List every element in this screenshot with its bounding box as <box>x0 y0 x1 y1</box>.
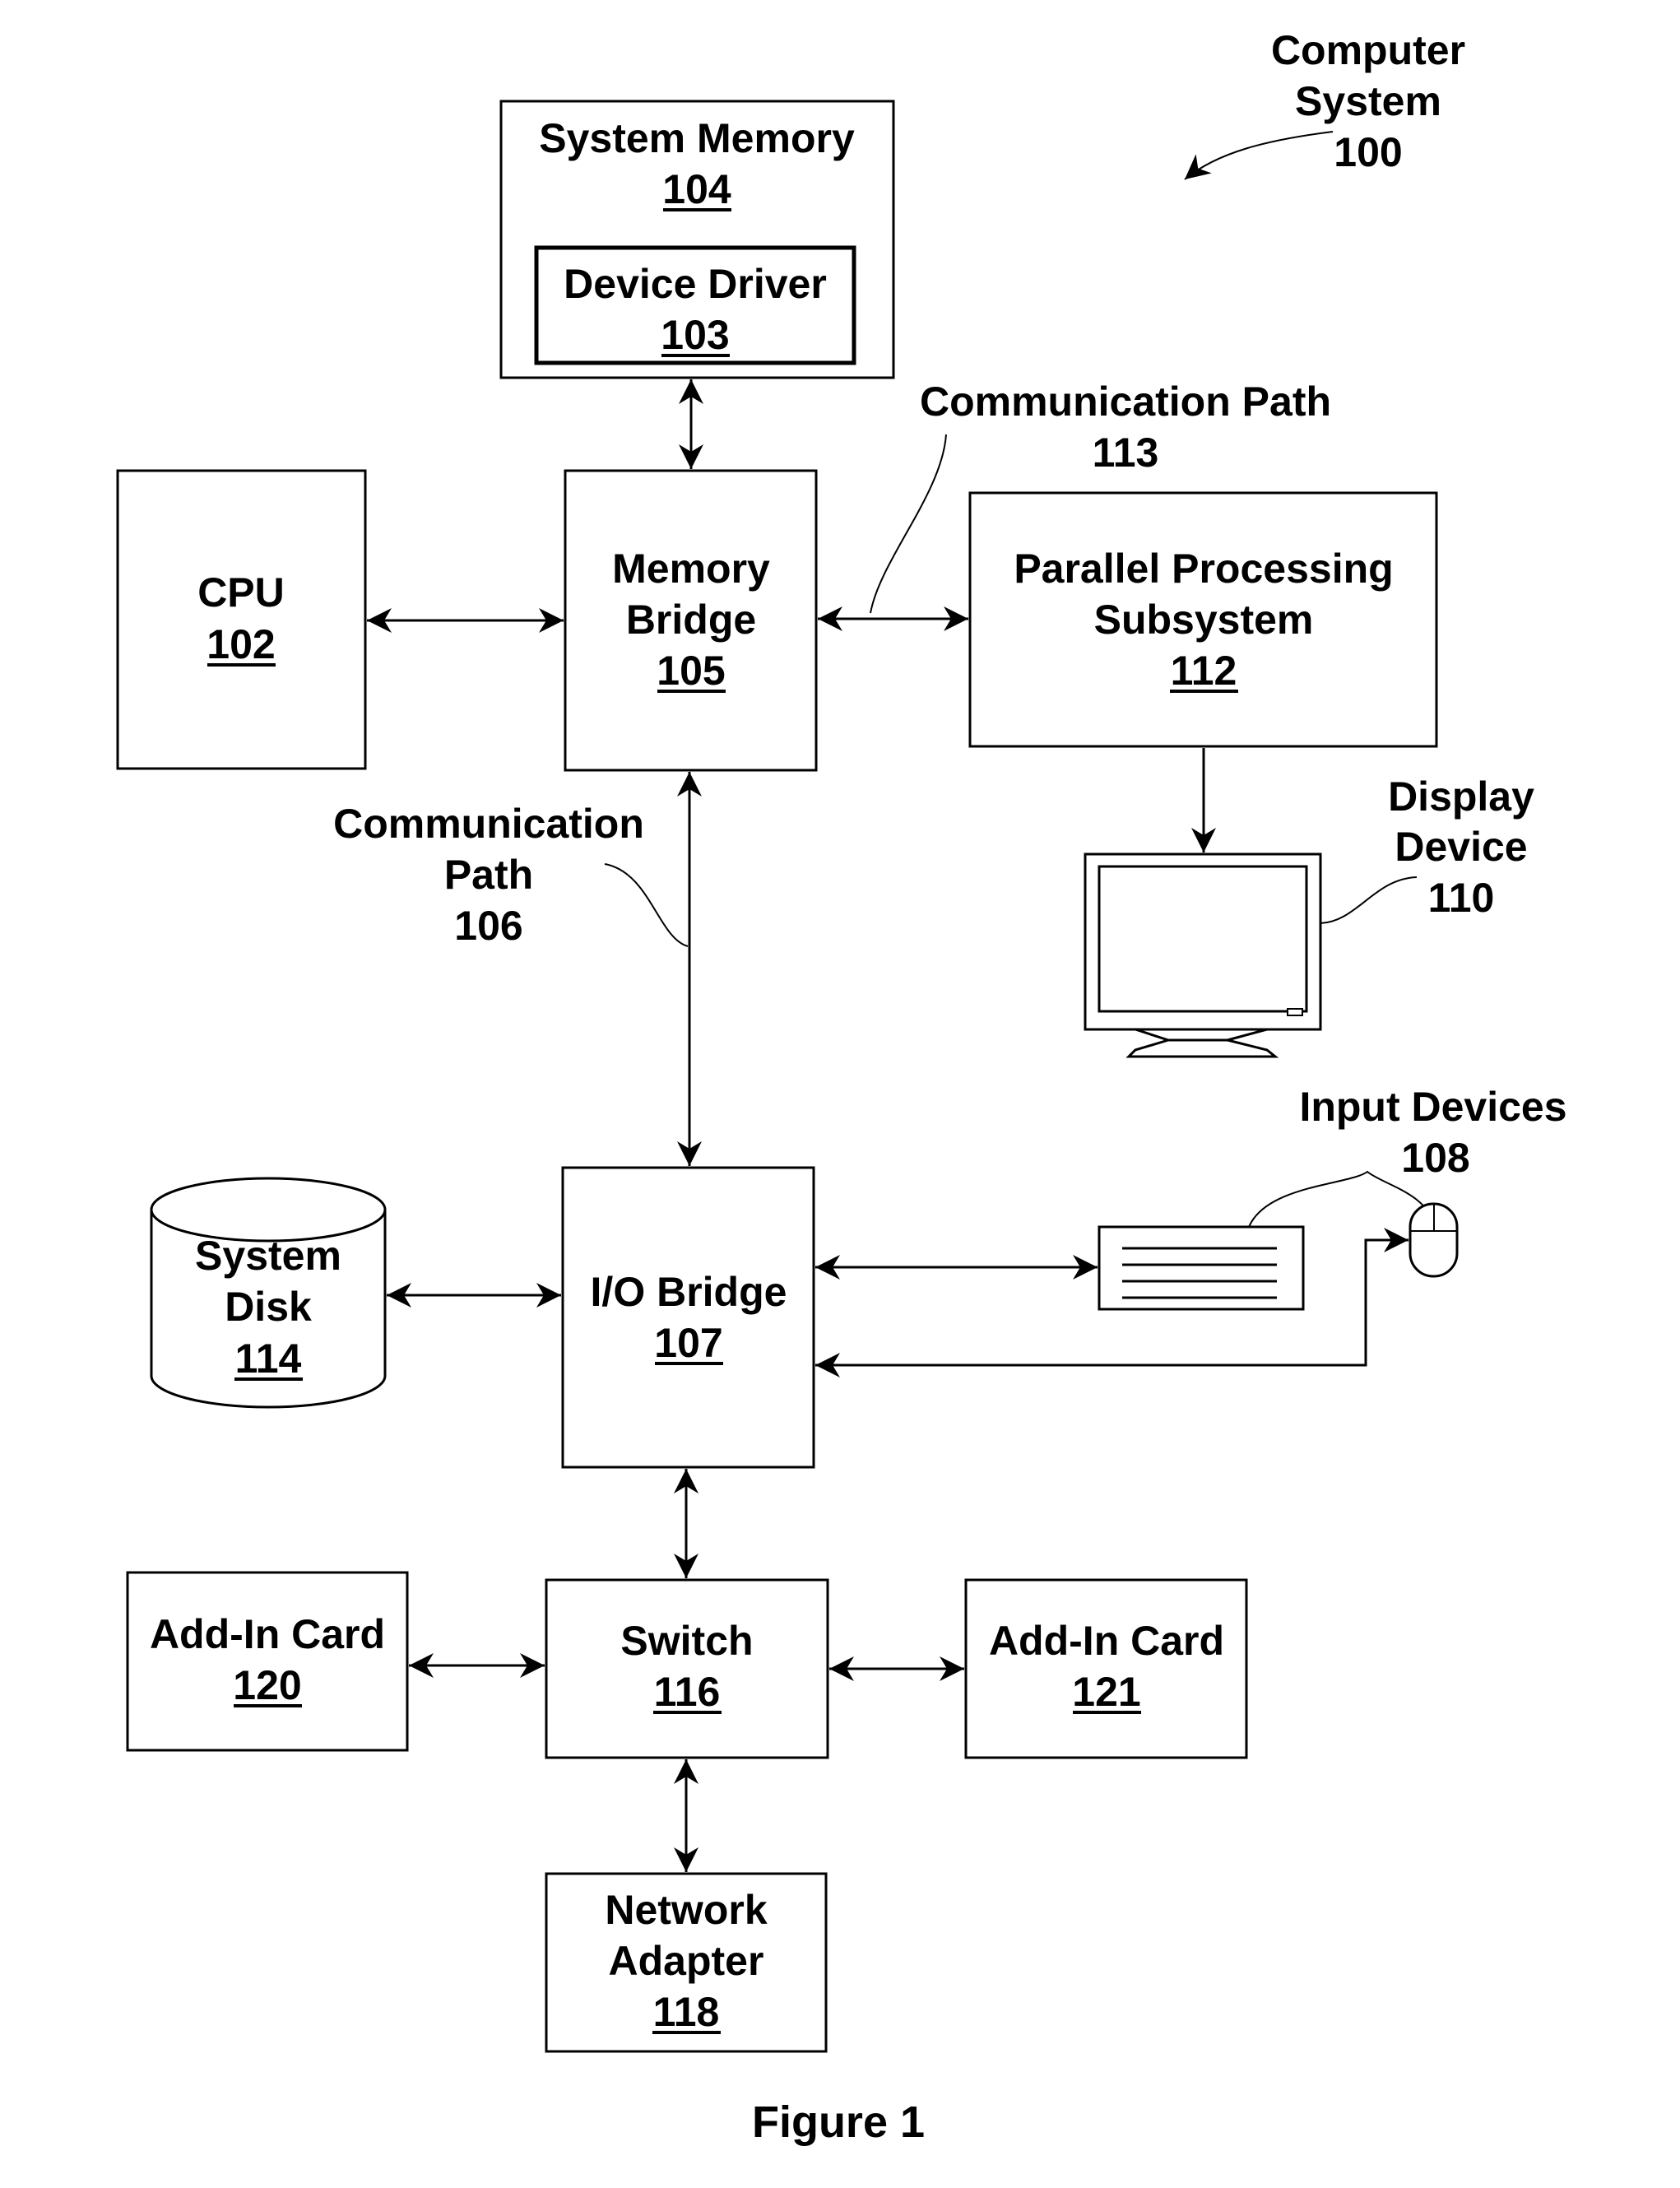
input-devices[interactable]: Input Devices 108 <box>1098 1084 1567 1311</box>
comm-path-113-title: Communication Path <box>920 379 1331 425</box>
device-driver-block[interactable]: Device Driver 103 <box>534 245 856 365</box>
network-adapter-ref: 118 <box>653 1989 720 2035</box>
display-device-leader <box>1320 876 1418 924</box>
figure-caption: Figure 1 <box>752 2097 925 2147</box>
network-adapter-title-line2: Adapter <box>609 1938 764 1984</box>
comm-path-106-title-line2: Path <box>444 852 533 898</box>
display-device-ref: 110 <box>1428 875 1495 921</box>
network-adapter-block[interactable]: Network Adapter 118 <box>545 1872 828 2053</box>
cpu-box[interactable] <box>116 469 367 770</box>
system-disk-title-line1: System <box>195 1233 341 1279</box>
add-in-card-121-ref: 121 <box>1072 1669 1140 1715</box>
system-memory-title: System Memory <box>539 115 855 161</box>
system-disk-ref: 114 <box>235 1336 302 1382</box>
add-in-card-121-block[interactable]: Add-In Card 121 <box>964 1578 1248 1759</box>
add-in-card-120-box[interactable] <box>126 1571 409 1752</box>
io-bridge-ref: 107 <box>654 1320 722 1366</box>
memory-bridge-ref: 105 <box>657 648 725 694</box>
io-bridge-block[interactable]: I/O Bridge 107 <box>561 1166 815 1469</box>
computer-system-label-line1: Computer <box>1271 27 1465 73</box>
display-device-title-line2: Device <box>1395 824 1527 870</box>
system-disk-cylinder-top <box>150 1177 387 1243</box>
add-in-card-120-title: Add-In Card <box>150 1611 385 1657</box>
monitor-power-button <box>1287 1008 1303 1016</box>
display-device-title-line1: Display <box>1388 773 1534 820</box>
add-in-card-120-ref: 120 <box>233 1662 301 1708</box>
comm-path-106-ref: 106 <box>454 903 522 949</box>
monitor-screen <box>1098 865 1308 1013</box>
memory-bridge-title-line1: Memory <box>612 546 770 592</box>
cpu-ref: 102 <box>207 621 275 667</box>
io-bridge-box[interactable] <box>561 1166 815 1469</box>
computer-system-leader-arrow <box>1184 131 1334 180</box>
parallel-processing-title-line1: Parallel Processing <box>1014 546 1393 592</box>
switch-title: Switch <box>620 1618 753 1664</box>
input-devices-title: Input Devices <box>1299 1084 1566 1130</box>
computer-system-ref: 100 <box>1334 129 1402 175</box>
parallel-processing-title-line2: Subsystem <box>1094 597 1314 643</box>
system-disk-block[interactable]: System Disk 114 <box>150 1177 387 1409</box>
parallel-processing-ref: 112 <box>1171 648 1237 694</box>
switch-ref: 116 <box>654 1669 721 1715</box>
system-disk-title-line2: Disk <box>225 1284 312 1330</box>
monitor-stand-neck <box>1135 1028 1268 1042</box>
add-in-card-121-title: Add-In Card <box>989 1618 1224 1664</box>
monitor-stand-base <box>1125 1038 1279 1058</box>
keyboard-icon[interactable] <box>1098 1225 1305 1311</box>
display-device[interactable]: Display Device 110 <box>1084 773 1534 1058</box>
add-in-card-120-block[interactable]: Add-In Card 120 <box>126 1571 409 1752</box>
memory-bridge-block[interactable]: Memory Bridge 105 <box>564 469 818 772</box>
input-devices-ref: 108 <box>1401 1135 1469 1181</box>
computer-system-block-diagram: Computer System 100 System Memory 104 De… <box>116 27 1567 2147</box>
computer-system-label: Computer System 100 <box>1184 27 1465 180</box>
comm-path-106-label: Communication Path 106 <box>333 801 689 949</box>
device-driver-ref: 103 <box>661 312 729 358</box>
cpu-block[interactable]: CPU 102 <box>116 469 367 770</box>
mouse-icon[interactable] <box>1409 1202 1459 1278</box>
comm-path-113-ref: 113 <box>1093 430 1159 476</box>
parallel-processing-block[interactable]: Parallel Processing Subsystem 112 <box>968 491 1438 748</box>
comm-path-106-title-line1: Communication <box>333 801 644 847</box>
comm-path-106-leader <box>604 863 689 947</box>
memory-bridge-title-line2: Bridge <box>626 597 756 643</box>
network-adapter-title-line1: Network <box>605 1887 767 1933</box>
switch-block[interactable]: Switch 116 <box>545 1578 829 1759</box>
cpu-title: CPU <box>197 569 285 616</box>
io-bridge-title: I/O Bridge <box>591 1269 787 1315</box>
computer-system-label-line2: System <box>1295 78 1441 124</box>
comm-path-113-leader <box>870 434 947 614</box>
device-driver-title: Device Driver <box>564 261 827 307</box>
system-memory-ref: 104 <box>662 166 731 212</box>
